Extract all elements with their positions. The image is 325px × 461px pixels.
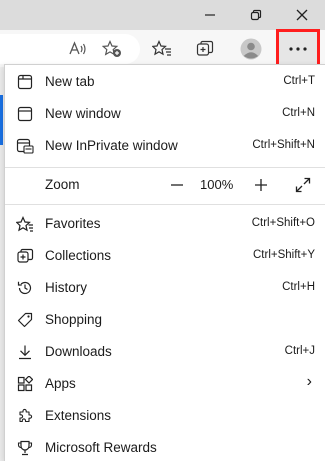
page-accent-strip xyxy=(0,95,3,145)
menu-item-zoom: Zoom 100% xyxy=(5,169,325,201)
shopping-tag-icon xyxy=(16,311,34,329)
fullscreen-button[interactable] xyxy=(291,173,315,197)
new-tab-icon xyxy=(16,73,34,91)
menu-item-shortcut: Ctrl+T xyxy=(283,75,315,87)
menu-item-history[interactable]: History Ctrl+H xyxy=(5,272,325,304)
rewards-trophy-icon xyxy=(16,439,34,457)
restore-button[interactable] xyxy=(236,0,276,30)
zoom-value: 100% xyxy=(200,177,234,192)
profile-avatar-icon xyxy=(240,38,262,60)
minus-icon xyxy=(171,184,183,186)
add-favorite-icon xyxy=(102,40,121,57)
history-icon xyxy=(16,279,34,297)
favorites-icon xyxy=(152,40,171,56)
collections-button[interactable] xyxy=(190,33,222,65)
menu-item-label: Downloads xyxy=(45,344,112,359)
menu-item-microsoft-rewards[interactable]: Microsoft Rewards xyxy=(5,432,325,461)
menu-item-label: Collections xyxy=(45,248,112,263)
menu-item-new-inprivate-window[interactable]: New InPrivate window Ctrl+Shift+N xyxy=(5,130,325,162)
menu-item-label: History xyxy=(45,280,88,295)
favorites-icon xyxy=(16,215,34,233)
menu-item-shortcut: Ctrl+Shift+N xyxy=(252,139,315,151)
add-favorite-button[interactable] xyxy=(96,33,128,65)
menu-item-label: Apps xyxy=(45,376,76,391)
menu-item-label: New window xyxy=(45,106,121,121)
read-aloud-icon xyxy=(69,41,86,55)
minimize-icon xyxy=(205,14,215,16)
download-icon xyxy=(16,343,34,361)
zoom-out-button[interactable] xyxy=(165,173,189,197)
zoom-in-button[interactable] xyxy=(249,173,273,197)
extensions-puzzle-icon xyxy=(16,407,34,425)
menu-item-label: Favorites xyxy=(45,216,101,231)
fullscreen-icon xyxy=(295,177,311,193)
favorites-button[interactable] xyxy=(146,33,178,65)
menu-divider xyxy=(5,204,325,205)
close-icon xyxy=(296,9,308,21)
title-bar xyxy=(0,0,325,30)
settings-menu: New tab Ctrl+T New window Ctrl+N New InP… xyxy=(4,64,325,461)
menu-item-label: New InPrivate window xyxy=(45,138,178,153)
minimize-button[interactable] xyxy=(190,0,230,30)
read-aloud-button[interactable] xyxy=(62,33,94,65)
menu-item-label: Microsoft Rewards xyxy=(45,440,157,455)
menu-item-apps[interactable]: Apps › xyxy=(5,368,325,400)
chevron-right-icon: › xyxy=(306,373,312,390)
menu-item-downloads[interactable]: Downloads Ctrl+J xyxy=(5,336,325,368)
more-icon xyxy=(289,46,307,51)
new-window-icon xyxy=(16,105,34,123)
menu-item-new-tab[interactable]: New tab Ctrl+T xyxy=(5,66,325,98)
menu-item-new-window[interactable]: New window Ctrl+N xyxy=(5,98,325,130)
menu-item-extensions[interactable]: Extensions xyxy=(5,400,325,432)
collections-icon xyxy=(16,247,34,265)
menu-item-shopping[interactable]: Shopping xyxy=(5,304,325,336)
menu-item-shortcut: Ctrl+J xyxy=(284,345,315,357)
menu-item-label: New tab xyxy=(45,74,95,89)
menu-item-shortcut: Ctrl+Shift+O xyxy=(251,217,315,229)
settings-and-more-button[interactable] xyxy=(276,29,320,68)
inprivate-window-icon xyxy=(16,137,34,155)
plus-icon xyxy=(255,179,267,191)
close-button[interactable] xyxy=(282,0,322,30)
menu-item-label: Extensions xyxy=(45,408,112,423)
profile-button[interactable] xyxy=(235,33,267,65)
zoom-label: Zoom xyxy=(45,177,80,192)
menu-item-shortcut: Ctrl+Shift+Y xyxy=(253,249,315,261)
menu-item-label: Shopping xyxy=(45,312,103,327)
menu-item-collections[interactable]: Collections Ctrl+Shift+Y xyxy=(5,240,325,272)
menu-item-shortcut: Ctrl+H xyxy=(282,281,315,293)
menu-divider xyxy=(5,167,325,168)
restore-icon xyxy=(250,9,262,21)
menu-item-shortcut: Ctrl+N xyxy=(282,107,315,119)
collections-icon xyxy=(196,40,214,56)
menu-item-favorites[interactable]: Favorites Ctrl+Shift+O xyxy=(5,208,325,240)
apps-icon xyxy=(16,375,34,393)
